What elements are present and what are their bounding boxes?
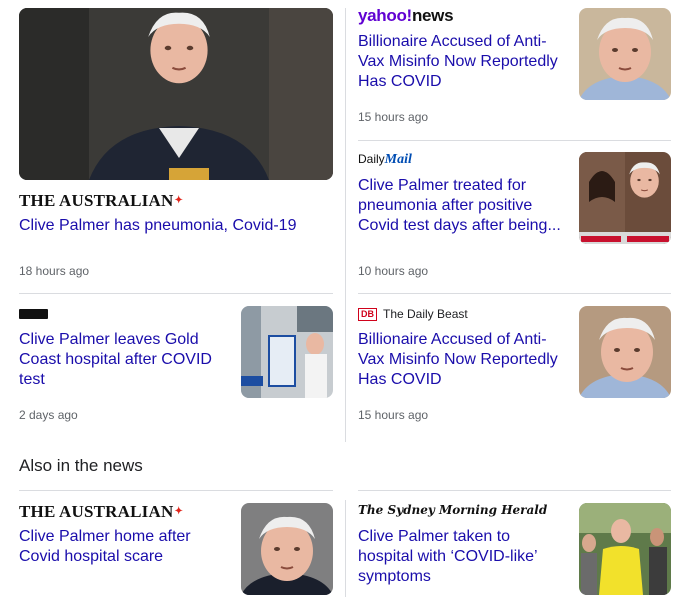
row-divider — [19, 490, 333, 491]
card7-headline[interactable]: Clive Palmer taken to hospital with ‘COV… — [358, 527, 568, 587]
card2-image[interactable] — [579, 8, 671, 100]
card4-image[interactable] — [241, 306, 333, 398]
card3-source-logo: DailyMail — [358, 152, 412, 167]
row-divider — [358, 140, 671, 141]
card4-source-logo — [19, 309, 48, 319]
card2-time: 15 hours ago — [358, 110, 429, 124]
card3-image[interactable] — [579, 152, 671, 244]
card7-image[interactable] — [579, 503, 671, 595]
card3-headline[interactable]: Clive Palmer treated for pneumonia after… — [358, 176, 568, 236]
card4-headline[interactable]: Clive Palmer leaves Gold Coast hospital … — [19, 330, 229, 390]
column-divider-bottom — [345, 500, 346, 597]
card2-source-logo: yahoo!news — [358, 6, 454, 25]
card6-image[interactable] — [241, 503, 333, 595]
card1-time: 18 hours ago — [19, 264, 90, 278]
row-divider — [358, 293, 671, 294]
card3-time: 10 hours ago — [358, 264, 429, 278]
row-divider — [19, 293, 333, 294]
also-in-the-news-heading: Also in the news — [19, 456, 143, 475]
card1-source-logo: THE AUSTRALIAN✦ — [19, 191, 184, 210]
card5-headline[interactable]: Billionaire Accused of Anti-Vax Misinfo … — [358, 330, 568, 390]
card5-source-logo: DB The Daily Beast — [358, 306, 468, 322]
card7-source-logo: The Sydney Morning Herald — [358, 503, 548, 517]
row-divider — [358, 490, 671, 491]
card5-time: 15 hours ago — [358, 408, 429, 422]
card4-time: 2 days ago — [19, 408, 78, 422]
card2-headline[interactable]: Billionaire Accused of Anti-Vax Misinfo … — [358, 32, 568, 92]
card6-headline[interactable]: Clive Palmer home after Covid hospital s… — [19, 527, 229, 567]
column-divider — [345, 8, 346, 442]
card1-image[interactable] — [19, 8, 333, 180]
card5-image[interactable] — [579, 306, 671, 398]
card1-headline[interactable]: Clive Palmer has pneumonia, Covid-19 — [19, 216, 329, 236]
card6-source-logo: THE AUSTRALIAN✦ — [19, 502, 184, 521]
